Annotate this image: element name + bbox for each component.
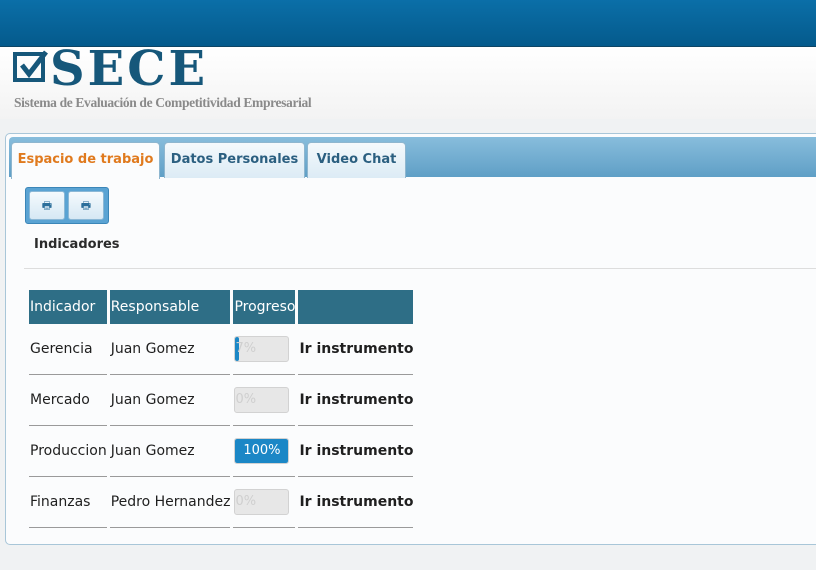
column-header-responsable: Responsable xyxy=(109,290,231,324)
print-icon: 🖶 xyxy=(80,199,92,212)
print-button-2[interactable]: 🖶 xyxy=(68,191,104,220)
ir-instrumento-link[interactable]: Ir instrumento xyxy=(298,375,414,426)
responsable-cell: Pedro Hernandez xyxy=(109,477,231,528)
progress-cell: 100% xyxy=(233,426,296,477)
table-header-row: Indicador Responsable Progreso xyxy=(29,290,414,324)
print-icon: 🖶 xyxy=(41,199,53,212)
column-header-actions xyxy=(298,290,414,324)
section-title: Indicadores xyxy=(34,237,120,252)
indicador-cell: Produccion xyxy=(29,426,107,477)
print-button[interactable]: 🖶 xyxy=(29,191,65,220)
toolbar: 🖶 🖶 xyxy=(25,187,109,224)
responsable-cell: Juan Gomez xyxy=(109,426,231,477)
table-row: Mercado Juan Gomez 0% Ir instrumento xyxy=(29,375,414,426)
column-header-indicador: Indicador xyxy=(29,290,107,324)
progress-label: 100% xyxy=(243,443,281,458)
responsable-cell: Juan Gomez xyxy=(109,324,231,375)
workspace-panel: Espacio de trabajo Datos Personales Vide… xyxy=(5,133,816,545)
ir-instrumento-link[interactable]: Ir instrumento xyxy=(298,324,414,375)
indicador-cell: Mercado xyxy=(29,375,107,426)
table-row: Produccion Juan Gomez 100% Ir instrument… xyxy=(29,426,414,477)
logo-subtitle: Sistema de Evaluación de Competitividad … xyxy=(14,95,312,110)
progress-label: 0% xyxy=(235,494,257,509)
tab-bar: Espacio de trabajo Datos Personales Vide… xyxy=(9,137,816,179)
ir-instrumento-link[interactable]: Ir instrumento xyxy=(298,477,414,528)
logo-checkbox-icon xyxy=(13,50,48,82)
progress-cell: 0% xyxy=(233,477,296,528)
tab-datos-personales[interactable]: Datos Personales xyxy=(164,142,305,178)
table-row: Gerencia Juan Gomez 7% Ir instrumento xyxy=(29,324,414,375)
indicador-cell: Finanzas xyxy=(29,477,107,528)
indicators-table: Indicador Responsable Progreso Gerencia … xyxy=(26,290,416,528)
progress-bar: 0% xyxy=(234,387,290,413)
tab-espacio-de-trabajo[interactable]: Espacio de trabajo xyxy=(11,142,160,179)
progress-bar: 0% xyxy=(234,489,290,515)
ir-instrumento-link[interactable]: Ir instrumento xyxy=(298,426,414,477)
progress-label: 0% xyxy=(235,392,257,407)
progress-label: 7% xyxy=(235,341,257,356)
progress-cell: 0% xyxy=(233,375,296,426)
indicador-cell: Gerencia xyxy=(29,324,107,375)
header: SECE Sistema de Evaluación de Competitiv… xyxy=(0,41,816,119)
progress-bar: 100% xyxy=(234,438,290,464)
tab-video-chat[interactable]: Video Chat xyxy=(307,142,406,178)
column-header-progreso: Progreso xyxy=(233,290,296,324)
divider xyxy=(24,268,816,269)
top-bar xyxy=(0,0,816,47)
logo-text: SECE xyxy=(50,41,209,97)
responsable-cell: Juan Gomez xyxy=(109,375,231,426)
progress-cell: 7% xyxy=(233,324,296,375)
table-row: Finanzas Pedro Hernandez 0% Ir instrumen… xyxy=(29,477,414,528)
progress-bar: 7% xyxy=(234,336,290,362)
